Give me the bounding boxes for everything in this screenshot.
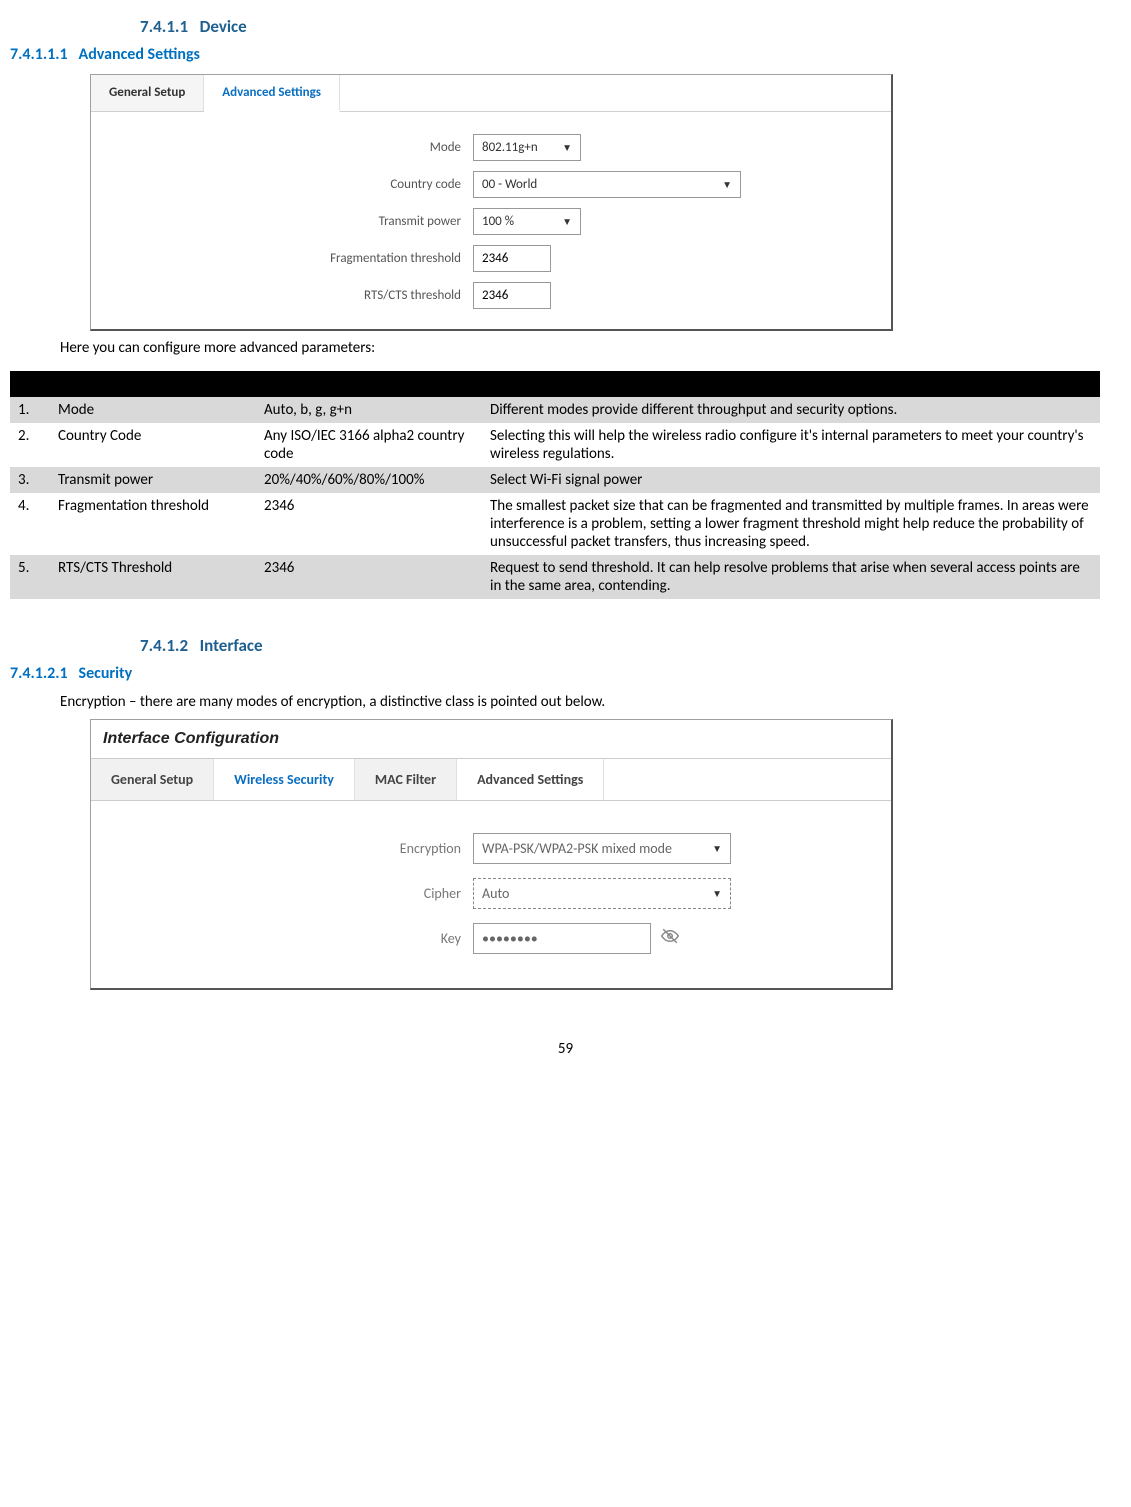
rts-cts-input[interactable]: 2346	[473, 282, 551, 309]
form-rows: Mode 802.11g+n ▼ Country code 00 - World…	[91, 112, 891, 309]
cell: 2346	[256, 555, 482, 599]
th-name	[50, 371, 256, 397]
advanced-settings-panel: General Setup Advanced Settings Mode 802…	[90, 74, 893, 331]
heading-interface: 7.4.1.2 Interface	[140, 635, 1121, 656]
cell: Select Wi-Fi signal power	[482, 467, 1100, 493]
cell: Mode	[50, 397, 256, 423]
interface-config-panel: Interface Configuration General Setup Wi…	[90, 719, 893, 990]
tabs-bar: General Setup Advanced Settings	[91, 75, 891, 112]
chevron-down-icon: ▼	[712, 842, 722, 855]
cell: RTS/CTS Threshold	[50, 555, 256, 599]
chevron-down-icon: ▼	[722, 178, 732, 191]
heading-security-title: Security	[79, 664, 133, 683]
cell: The smallest packet size that can be fra…	[482, 493, 1100, 555]
heading-device-num: 7.4.1.1	[140, 16, 188, 37]
heading-adv-title: Advanced Settings	[79, 45, 200, 64]
key-label: Key	[91, 930, 473, 947]
table-row: 1. Mode Auto, b, g, g+n Different modes …	[10, 397, 1100, 423]
table-row: 2. Country Code Any ISO/IEC 3166 alpha2 …	[10, 423, 1100, 467]
cell: 3.	[10, 467, 50, 493]
page-number: 59	[10, 1040, 1121, 1058]
cell: Fragmentation threshold	[50, 493, 256, 555]
fragmentation-label: Fragmentation threshold	[91, 251, 473, 266]
panel2-title: Interface Configuration	[91, 720, 891, 759]
cell: 4.	[10, 493, 50, 555]
cipher-value: Auto	[482, 885, 509, 902]
table-row: 3. Transmit power 20%/40%/60%/80%/100% S…	[10, 467, 1100, 493]
encryption-select[interactable]: WPA-PSK/WPA2-PSK mixed mode ▼	[473, 833, 731, 864]
cell: Request to send threshold. It can help r…	[482, 555, 1100, 599]
cell: Different modes provide different throug…	[482, 397, 1100, 423]
heading-device-title: Device	[200, 16, 247, 37]
parameters-table: 1. Mode Auto, b, g, g+n Different modes …	[10, 371, 1100, 599]
heading-device: 7.4.1.1 Device	[140, 16, 1121, 37]
cell: Transmit power	[50, 467, 256, 493]
cell: Any ISO/IEC 3166 alpha2 country code	[256, 423, 482, 467]
transmit-power-select[interactable]: 100 % ▼	[473, 208, 581, 235]
mode-label: Mode	[91, 140, 473, 155]
rts-cts-label: RTS/CTS threshold	[91, 288, 473, 303]
key-input[interactable]: ••••••••	[473, 923, 651, 954]
cell: 20%/40%/60%/80%/100%	[256, 467, 482, 493]
mode-select[interactable]: 802.11g+n ▼	[473, 134, 581, 161]
heading-adv-num: 7.4.1.1.1	[10, 45, 68, 64]
heading-advanced-settings: 7.4.1.1.1 Advanced Settings	[10, 45, 1121, 64]
table-row: 4. Fragmentation threshold 2346 The smal…	[10, 493, 1100, 555]
th-sample	[256, 371, 482, 397]
th-expl	[482, 371, 1100, 397]
intro-text-1: Here you can configure more advanced par…	[60, 339, 1121, 357]
encryption-label: Encryption	[91, 840, 473, 857]
heading-security: 7.4.1.2.1 Security	[10, 664, 1121, 683]
cell: Selecting this will help the wireless ra…	[482, 423, 1100, 467]
cell: 5.	[10, 555, 50, 599]
heading-interface-num: 7.4.1.2	[140, 635, 188, 656]
table-row: 5. RTS/CTS Threshold 2346 Request to sen…	[10, 555, 1100, 599]
country-value: 00 - World	[482, 177, 537, 192]
fragmentation-input[interactable]: 2346	[473, 245, 551, 272]
key-value: ••••••••	[482, 930, 538, 947]
cell: Country Code	[50, 423, 256, 467]
encryption-value: WPA-PSK/WPA2-PSK mixed mode	[482, 840, 672, 857]
country-select[interactable]: 00 - World ▼	[473, 171, 741, 198]
transmit-power-label: Transmit power	[91, 214, 473, 229]
tab-wireless-security[interactable]: Wireless Security	[214, 759, 355, 800]
transmit-power-value: 100 %	[482, 214, 514, 229]
intro-text-2: Encryption – there are many modes of enc…	[60, 693, 1121, 711]
tab-mac-filter[interactable]: MAC Filter	[355, 759, 457, 800]
cell: 1.	[10, 397, 50, 423]
cell: 2.	[10, 423, 50, 467]
chevron-down-icon: ▼	[562, 215, 572, 228]
country-label: Country code	[91, 177, 473, 192]
tab-general-setup-2[interactable]: General Setup	[91, 759, 214, 800]
chevron-down-icon: ▼	[712, 887, 722, 900]
tabs-bar-2: General Setup Wireless Security MAC Filt…	[91, 759, 891, 801]
th-num	[10, 371, 50, 397]
heading-interface-title: Interface	[200, 635, 263, 656]
cell: 2346	[256, 493, 482, 555]
cipher-select[interactable]: Auto ▼	[473, 878, 731, 909]
tab-advanced-settings[interactable]: Advanced Settings	[204, 75, 340, 112]
mode-value: 802.11g+n	[482, 140, 538, 155]
tab-general-setup[interactable]: General Setup	[91, 75, 204, 111]
cipher-label: Cipher	[91, 885, 473, 902]
eye-slash-icon[interactable]	[661, 927, 679, 950]
heading-security-num: 7.4.1.2.1	[10, 664, 68, 683]
tab-advanced-settings-2[interactable]: Advanced Settings	[457, 759, 604, 800]
cell: Auto, b, g, g+n	[256, 397, 482, 423]
chevron-down-icon: ▼	[562, 141, 572, 154]
